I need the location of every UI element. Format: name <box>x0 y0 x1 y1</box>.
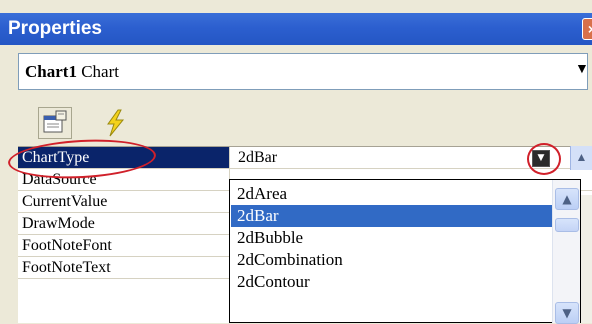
chevron-down-icon[interactable]: ▼ <box>575 62 589 78</box>
lightning-icon <box>107 109 125 137</box>
property-pages-icon <box>43 110 67 133</box>
dropdown-item[interactable]: 2dArea <box>231 183 552 205</box>
property-name: CurrentValue <box>18 191 230 212</box>
scrollbar-thumb[interactable] <box>555 218 579 232</box>
close-button[interactable]: × <box>582 18 592 40</box>
property-name: DrawMode <box>18 213 230 234</box>
object-type: Chart <box>81 62 119 81</box>
dropdown-scrollbar[interactable]: ▲ ▼ <box>552 180 580 324</box>
dropdown-item[interactable]: 2dContour <box>231 271 552 293</box>
scroll-down-button[interactable]: ▼ <box>555 302 579 324</box>
object-selector[interactable]: Chart1 Chart <box>18 53 588 90</box>
events-button[interactable] <box>98 107 132 139</box>
dropdown-item[interactable]: 2dBubble <box>231 227 552 249</box>
object-name: Chart1 <box>25 62 77 81</box>
scroll-up-icon[interactable]: ▲ <box>570 146 592 170</box>
dropdown-item-selected[interactable]: 2dBar <box>231 205 552 227</box>
annotation-ellipse-dropdown <box>527 143 561 175</box>
grid-scrollbar[interactable] <box>581 195 592 323</box>
value-dropdown-list: 2dArea 2dBar 2dBubble 2dCombination 2dCo… <box>229 179 581 323</box>
property-name: FootNoteFont <box>18 235 230 256</box>
property-pages-button[interactable] <box>38 107 72 139</box>
window-title: Properties <box>8 18 102 39</box>
dropdown-item[interactable]: 2dCombination <box>231 249 552 271</box>
scroll-up-button[interactable]: ▲ <box>555 188 579 210</box>
property-name: FootNoteText <box>18 257 230 278</box>
